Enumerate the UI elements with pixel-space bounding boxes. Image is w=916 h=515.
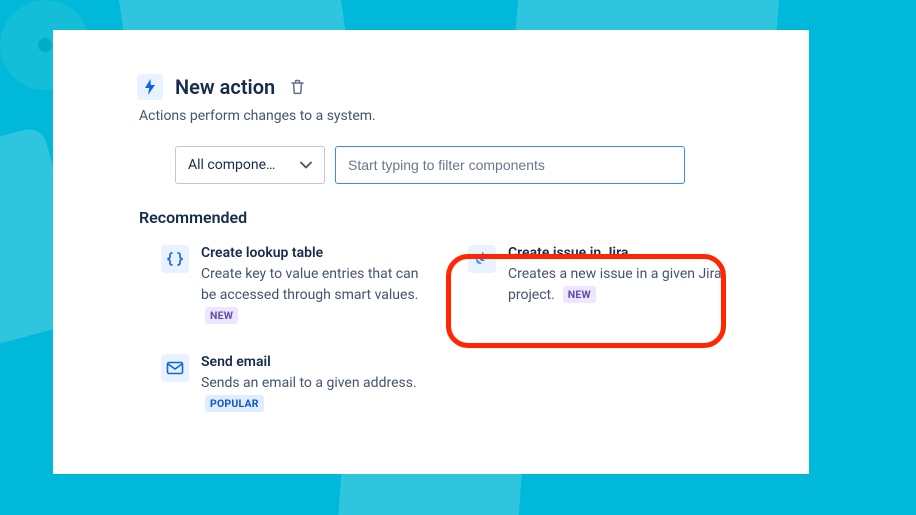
card-body: Send email Sends an email to a given add…: [201, 354, 433, 412]
panel-subtitle: Actions perform changes to a system.: [139, 108, 753, 124]
delete-button[interactable]: [287, 77, 307, 97]
page-title: New action: [175, 75, 275, 99]
card-description: Sends an email to a given address.: [201, 375, 417, 391]
trash-icon: [290, 79, 305, 95]
card-title: Create issue in Jira: [508, 245, 740, 261]
card-body: Create issue in Jira Creates a new issue…: [508, 245, 740, 305]
action-panel: New action Actions perform changes to a …: [53, 30, 809, 474]
dropdown-label: All compone…: [188, 157, 275, 173]
chevron-down-icon: [300, 161, 312, 169]
braces-icon: [161, 245, 189, 273]
card-body: Create lookup table Create key to value …: [201, 245, 433, 324]
card-description: Create key to value entries that can be …: [201, 266, 419, 303]
card-create-issue-jira[interactable]: Create issue in Jira Creates a new issue…: [464, 241, 744, 328]
mail-icon: [161, 354, 189, 382]
card-send-email[interactable]: Send email Sends an email to a given add…: [157, 350, 437, 416]
filter-row: All compone…: [175, 146, 753, 184]
card-create-lookup-table[interactable]: Create lookup table Create key to value …: [157, 241, 437, 328]
new-badge: NEW: [205, 307, 238, 324]
section-title: Recommended: [139, 208, 753, 227]
card-title: Create lookup table: [201, 245, 433, 261]
popular-badge: POPULAR: [205, 395, 264, 412]
lightning-icon: [137, 74, 163, 100]
component-filter-dropdown[interactable]: All compone…: [175, 146, 325, 184]
jira-icon: [468, 245, 496, 273]
recommended-grid: Create lookup table Create key to value …: [157, 241, 753, 416]
card-title: Send email: [201, 354, 433, 370]
new-badge: NEW: [563, 286, 596, 303]
component-search-input[interactable]: [335, 146, 685, 184]
card-description: Creates a new issue in a given Jira proj…: [508, 266, 722, 303]
panel-header: New action: [137, 74, 753, 100]
